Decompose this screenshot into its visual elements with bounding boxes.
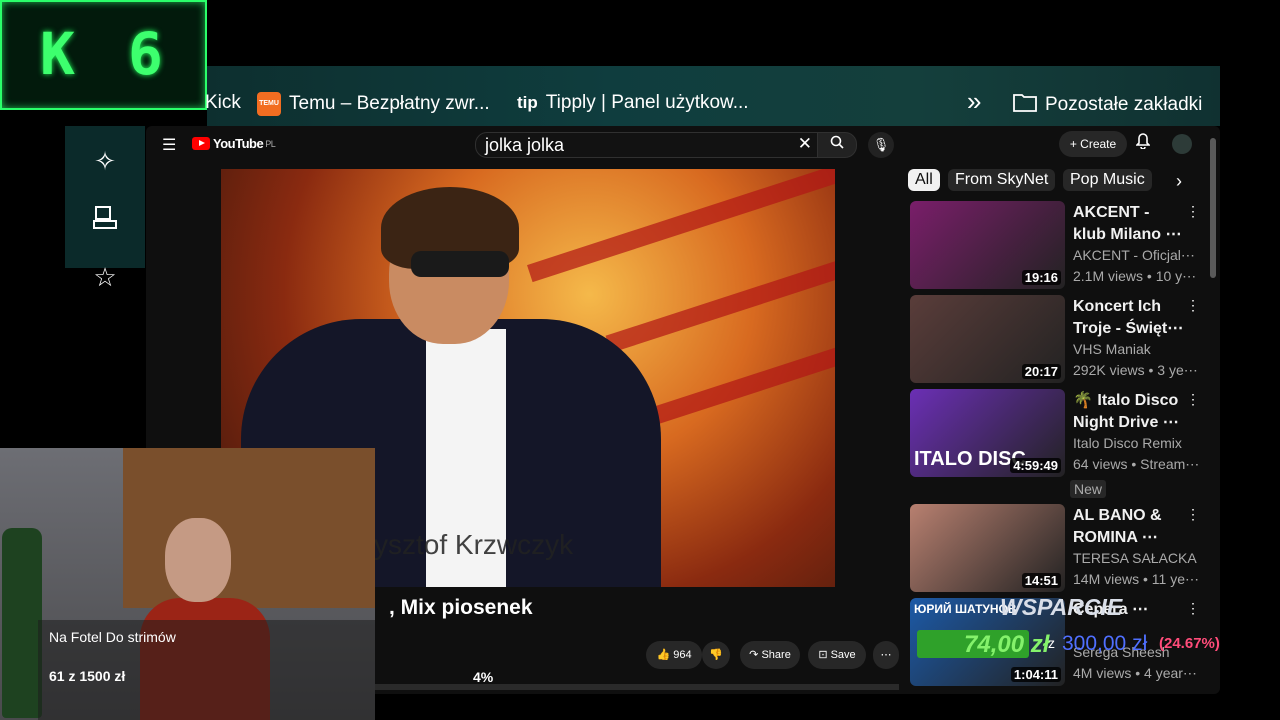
folder-icon (1013, 92, 1037, 118)
duration-badge: 4:59:49 (1010, 458, 1061, 473)
more-bookmarks-icon[interactable]: » (967, 86, 981, 117)
bookmark-other-folder[interactable]: Pozostałe zakładki (1013, 92, 1202, 118)
menu-icon[interactable]: ☰ (162, 135, 176, 155)
search-value: jolka jolka (485, 135, 565, 155)
wsparcie-current: 74,00 zł (964, 631, 1050, 658)
new-badge: New (1070, 480, 1107, 498)
recommendation-item[interactable]: ITALO DISC 4:59:49 🌴 Italo Disco Night Dri… (910, 389, 1210, 481)
more-actions-icon[interactable]: ⋯ (873, 641, 899, 669)
more-options-icon[interactable]: ⋮ (1186, 297, 1200, 314)
more-options-icon[interactable]: ⋮ (1186, 391, 1200, 408)
clear-search-icon[interactable]: ✕ (798, 134, 812, 154)
counter-number: 6 (128, 20, 163, 88)
duration-badge: 1:04:11 (1010, 667, 1061, 682)
recommendation-meta: 2.1M views • 10 y⋯ (1073, 268, 1197, 284)
recommendation-meta: 14M views • 11 ye⋯ (1073, 571, 1198, 587)
recommendation-item[interactable]: 19:16 AKCENT - klub Milano ⋯ AKCENT - Ofic… (910, 201, 1210, 293)
counter-letter: K (40, 20, 75, 88)
video-progress-bar[interactable] (375, 684, 899, 690)
recommendation-channel[interactable]: VHS Maniak (1073, 341, 1198, 357)
recommendation-meta: 292K views • 3 ye⋯ (1073, 362, 1198, 378)
duration-badge: 20:17 (1021, 364, 1061, 379)
sunglasses (411, 251, 509, 277)
recommendation-channel[interactable]: AKCENT - Oficjal⋯ (1073, 247, 1198, 264)
recommendation-channel[interactable]: Italo Disco Remix (1073, 435, 1198, 451)
chip-pop-music[interactable]: Pop Music (1063, 169, 1152, 191)
create-button[interactable]: + Create (1059, 131, 1127, 157)
recommendation-item[interactable]: 14:51 AL BANO & ROMINA ⋯ TERESA SAŁACKA 14M… (910, 504, 1210, 596)
bottle (2, 528, 42, 718)
chip-from-skynet[interactable]: From SkyNet (948, 169, 1056, 191)
notifications-icon[interactable] (1135, 133, 1151, 153)
recommendation-title[interactable]: AL BANO & ROMINA ⋯ (1073, 505, 1185, 549)
video-title: , Mix piosenek (389, 596, 533, 619)
chip-all[interactable]: All (908, 169, 940, 191)
recommendation-title[interactable]: AKCENT - klub Milano ⋯ (1073, 202, 1185, 246)
avatar[interactable] (1172, 134, 1192, 154)
video-thumbnail[interactable]: 14:51 (910, 504, 1065, 592)
video-caption: zysztof Krzwczyk (360, 529, 574, 560)
save-button[interactable]: ⊡ Save (808, 641, 866, 669)
wsparcie-goal: 300,00 zł (1062, 632, 1148, 655)
more-options-icon[interactable]: ⋮ (1186, 600, 1200, 617)
share-button[interactable]: ↷ Share (740, 641, 800, 669)
microphone-icon[interactable]: 🎙 (868, 132, 894, 158)
tipply-icon: tip (517, 93, 538, 112)
youtube-play-icon (192, 137, 210, 150)
recommendation-meta: 4M views • 4 year⋯ (1073, 665, 1197, 681)
duration-badge: 19:16 (1021, 270, 1061, 285)
recommendation-item[interactable]: 20:17 Koncert Ich Troje - Święt⋯ VHS Mania… (910, 295, 1210, 387)
search-button[interactable] (817, 132, 857, 158)
duration-badge: 14:51 (1021, 573, 1061, 588)
bookmark-kick[interactable]: Kick (205, 92, 241, 114)
bookmarks-bar: Kick TEMU Temu – Bezpłatny zwr... tip Ti… (205, 66, 1220, 126)
video-thumbnail[interactable]: ITALO DISC 4:59:49 (910, 389, 1065, 477)
recommendation-channel[interactable]: TERESA SAŁACKA (1073, 550, 1198, 566)
youtube-header: ☰ YouTube PL jolka jolka ✕ 🎙 + Create (146, 126, 1220, 278)
scrollbar[interactable] (1210, 138, 1216, 278)
youtube-logo[interactable]: YouTube PL (192, 136, 276, 151)
donation-title: Na Fotel Do strimów (49, 629, 176, 645)
device-icon[interactable] (90, 205, 120, 235)
like-button[interactable]: 👍 964 (646, 641, 702, 669)
chevron-right-icon[interactable]: › (1176, 171, 1182, 192)
video-thumbnail[interactable]: 20:17 (910, 295, 1065, 383)
recommendation-title[interactable]: 🌴 Italo Disco Night Drive ⋯ (1073, 390, 1185, 434)
search-icon (830, 135, 844, 149)
donation-progress: 61 z 1500 zł (49, 668, 126, 684)
more-options-icon[interactable]: ⋮ (1186, 506, 1200, 523)
bookmark-temu[interactable]: TEMU Temu – Bezpłatny zwr... (257, 92, 490, 116)
donation-percent: 4% (473, 669, 494, 685)
recommendation-title[interactable]: Koncert Ich Troje - Święt⋯ (1073, 296, 1185, 340)
wsparcie-percent: (24.67%) (1159, 635, 1220, 652)
stream-counter: K 6 (0, 0, 207, 110)
search-input[interactable]: jolka jolka ✕ (475, 132, 819, 158)
recommendation-meta: 64 views • Stream⋯ (1073, 456, 1198, 472)
dislike-button[interactable]: 👎 (702, 641, 730, 669)
wsparcie-title: WSPARCIE (1000, 594, 1123, 620)
video-thumbnail[interactable]: 19:16 (910, 201, 1065, 289)
bookmark-tipply[interactable]: tip Tipply | Panel użytkow... (517, 92, 749, 114)
star-icon[interactable]: ☆ (90, 262, 120, 292)
wsparcie-separator: z (1048, 635, 1055, 651)
thumbnail-text: ITALO DISC (914, 448, 1026, 470)
temu-icon: TEMU (257, 92, 281, 116)
sparkle-icon[interactable]: ✧ (90, 146, 120, 176)
more-options-icon[interactable]: ⋮ (1186, 203, 1200, 220)
